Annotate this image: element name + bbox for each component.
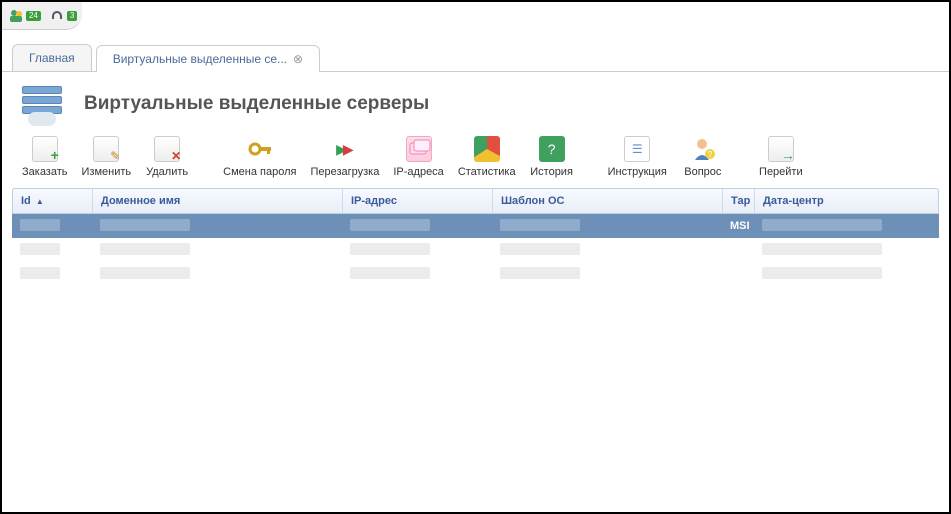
table-header: Id ▲ Доменное имя IP-адрес Шаблон ОС Тар… bbox=[12, 188, 939, 214]
button-label: Статистика bbox=[458, 166, 516, 178]
go-button[interactable]: Перейти bbox=[759, 136, 803, 178]
svg-text:?: ? bbox=[708, 150, 713, 159]
statistics-button[interactable]: Статистика bbox=[458, 136, 516, 178]
key-icon bbox=[247, 136, 273, 162]
button-label: Инструкция bbox=[608, 166, 667, 178]
table-row[interactable] bbox=[12, 262, 939, 286]
column-domain[interactable]: Доменное имя bbox=[93, 189, 343, 213]
servers-table: Id ▲ Доменное имя IP-адрес Шаблон ОС Тар… bbox=[2, 188, 949, 286]
servers-icon bbox=[22, 86, 70, 122]
document-plus-icon bbox=[32, 136, 58, 162]
people-icon bbox=[8, 8, 24, 24]
support-badge[interactable]: 3 bbox=[49, 8, 77, 24]
ip-addresses-button[interactable]: IP-адреса bbox=[393, 136, 443, 178]
tab-vds[interactable]: Виртуальные выделенные се... ⊗ bbox=[96, 45, 320, 72]
user-question-icon: ? bbox=[690, 136, 716, 162]
button-label: Удалить bbox=[146, 166, 188, 178]
tab-label: Виртуальные выделенные се... bbox=[113, 52, 287, 66]
delete-button[interactable]: Удалить bbox=[145, 136, 189, 178]
window-arrow-icon bbox=[768, 136, 794, 162]
order-button[interactable]: Заказать bbox=[22, 136, 68, 178]
edit-button[interactable]: Изменить bbox=[82, 136, 132, 178]
badge-count-2: 3 bbox=[67, 11, 77, 21]
reboot-button[interactable]: Перезагрузка bbox=[310, 136, 379, 178]
change-password-button[interactable]: Смена пароля bbox=[223, 136, 296, 178]
sort-asc-icon: ▲ bbox=[36, 197, 44, 206]
cards-icon bbox=[406, 136, 432, 162]
cell-tariff bbox=[722, 271, 754, 277]
badge-count-1: 24 bbox=[26, 11, 41, 21]
question-button[interactable]: ? Вопрос bbox=[681, 136, 725, 178]
column-datacenter[interactable]: Дата-центр bbox=[755, 189, 905, 213]
headset-icon bbox=[49, 8, 65, 24]
button-label: Изменить bbox=[82, 166, 132, 178]
column-ip[interactable]: IP-адрес bbox=[343, 189, 493, 213]
button-label: Заказать bbox=[22, 166, 68, 178]
tab-main[interactable]: Главная bbox=[12, 44, 92, 71]
top-status-bar: 24 3 bbox=[2, 2, 82, 30]
button-label: IP-адреса bbox=[393, 166, 443, 178]
button-label: Перейти bbox=[759, 166, 803, 178]
table-body: MSI bbox=[12, 214, 939, 286]
table-row[interactable]: MSI bbox=[12, 214, 939, 238]
button-label: Смена пароля bbox=[223, 166, 296, 178]
button-label: История bbox=[530, 166, 573, 178]
tab-label: Главная bbox=[29, 51, 75, 65]
history-button[interactable]: ? История bbox=[530, 136, 574, 178]
cell-tariff: MSI bbox=[722, 217, 754, 235]
column-os[interactable]: Шаблон ОС bbox=[493, 189, 723, 213]
pie-chart-icon bbox=[474, 136, 500, 162]
button-label: Вопрос bbox=[684, 166, 721, 178]
toolbar: Заказать Изменить Удалить Смена пароля П… bbox=[2, 130, 949, 188]
page-title: Виртуальные выделенные серверы bbox=[84, 93, 429, 115]
tab-bar: Главная Виртуальные выделенные се... ⊗ bbox=[2, 30, 949, 72]
cell-tariff bbox=[722, 247, 754, 253]
column-tariff[interactable]: Тар bbox=[723, 189, 755, 213]
document-x-icon bbox=[154, 136, 180, 162]
button-label: Перезагрузка bbox=[310, 166, 379, 178]
question-icon: ? bbox=[539, 136, 565, 162]
close-icon[interactable]: ⊗ bbox=[293, 52, 303, 66]
reboot-icon bbox=[332, 136, 358, 162]
instruction-button[interactable]: Инструкция bbox=[608, 136, 667, 178]
page-header: Виртуальные выделенные серверы bbox=[2, 72, 949, 130]
document-pencil-icon bbox=[93, 136, 119, 162]
column-id[interactable]: Id ▲ bbox=[13, 189, 93, 213]
table-row[interactable] bbox=[12, 238, 939, 262]
notifications-badge[interactable]: 24 bbox=[8, 8, 41, 24]
document-lines-icon bbox=[624, 136, 650, 162]
